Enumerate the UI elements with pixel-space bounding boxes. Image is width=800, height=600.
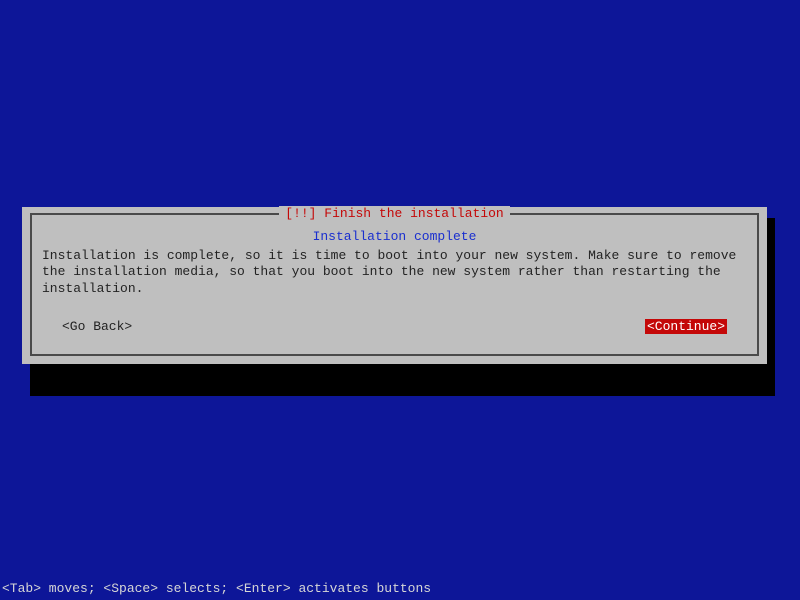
dialog-title-wrap: [!!] Finish the installation [32, 206, 757, 221]
button-row: <Go Back> <Continue> [42, 319, 747, 334]
dialog-subtitle: Installation complete [42, 229, 747, 244]
dialog-body: Installation is complete, so it is time … [42, 248, 747, 297]
continue-button[interactable]: <Continue> [645, 319, 727, 334]
keyboard-hint: <Tab> moves; <Space> selects; <Enter> ac… [0, 581, 431, 596]
go-back-button[interactable]: <Go Back> [62, 319, 132, 334]
dialog-box: [!!] Finish the installation Installatio… [30, 213, 759, 356]
dialog-title: [!!] Finish the installation [279, 206, 509, 221]
installer-dialog: [!!] Finish the installation Installatio… [22, 207, 767, 364]
